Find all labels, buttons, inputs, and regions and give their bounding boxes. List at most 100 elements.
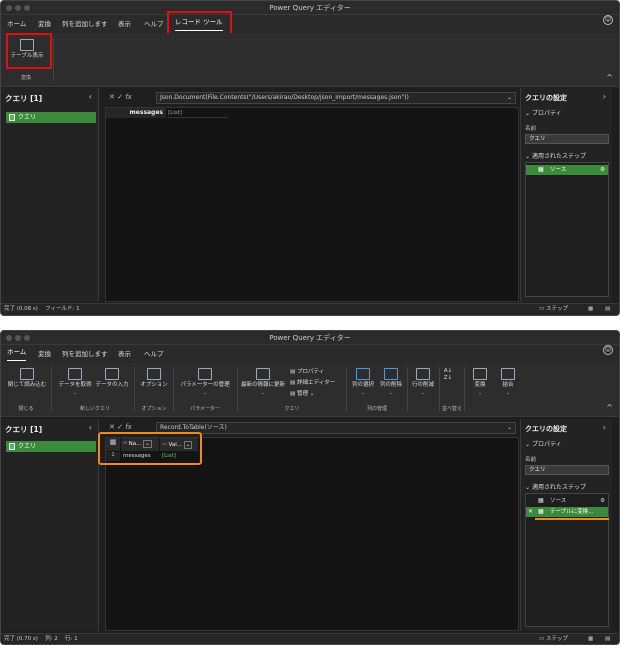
tab-transform[interactable]: 変換: [38, 15, 51, 33]
choose-columns-icon: [356, 368, 370, 380]
advanced-editor-button[interactable]: ▤ 詳細エディター: [290, 378, 335, 389]
queries-pane: クエリ [1] ‹ クエリ: [1, 419, 99, 631]
reduce-rows-icon: [416, 368, 430, 380]
parameters-icon: [198, 368, 212, 380]
options-icon: [147, 368, 161, 380]
group-close-label: 閉じる: [18, 406, 34, 412]
expand-formula-icon[interactable]: ⌄: [507, 423, 512, 433]
query-name-input[interactable]: クエリ: [525, 465, 609, 475]
grid-view-icon[interactable]: ▦: [588, 634, 593, 644]
steps-view-button[interactable]: ▭ ステップ: [539, 304, 568, 315]
tab-view[interactable]: 表示: [118, 15, 131, 33]
enter-data-button[interactable]: データの入力: [93, 368, 131, 389]
collapse-ribbon-icon[interactable]: ^: [606, 73, 613, 82]
transform-button[interactable]: 変換 ⌄: [467, 368, 493, 397]
query-settings-pane: クエリの設定 › ⌄ プロパティ 名前 クエリ ⌄ 適用されたステップ ▦ ソー…: [520, 88, 612, 302]
power-query-window-record: Power Query エディター ホーム 変換 列を追加します 表示 ヘルプ …: [0, 0, 620, 316]
properties-section[interactable]: ⌄ プロパティ: [525, 108, 562, 117]
tab-help[interactable]: ヘルプ: [144, 345, 164, 363]
ribbon-divider: [407, 367, 408, 411]
close-dot[interactable]: [6, 335, 12, 341]
group-parameters-label: パラメーター: [190, 406, 220, 412]
properties-button[interactable]: ▤ プロパティ: [290, 367, 335, 378]
delete-step-icon[interactable]: ✕: [528, 507, 533, 517]
tab-home[interactable]: ホーム: [7, 345, 27, 361]
tab-home[interactable]: ホーム: [7, 15, 26, 33]
ribbon-divider: [173, 367, 174, 411]
formula-bar[interactable]: Json.Document(File.Contents("/Users/akir…: [156, 92, 516, 104]
collapse-pane-icon[interactable]: ‹: [89, 423, 92, 432]
queries-pane: クエリ [1] ‹ クエリ: [1, 88, 99, 302]
options-button[interactable]: オプション: [137, 368, 171, 389]
tab-view[interactable]: 表示: [118, 345, 131, 363]
queries-pane-title: クエリ [1]: [5, 425, 43, 434]
menu-bar: ホーム 変換 列を追加します 表示 ヘルプ ☺: [1, 345, 619, 363]
remove-columns-button[interactable]: 列の削除 ⌄: [377, 368, 405, 397]
table-icon: [9, 114, 15, 121]
get-data-button[interactable]: データを取得 ⌄: [57, 368, 93, 397]
tab-transform[interactable]: 変換: [38, 345, 51, 363]
query-item[interactable]: クエリ: [6, 441, 96, 452]
close-and-load-button[interactable]: 閉じて読み込む: [7, 368, 47, 389]
formula-bar[interactable]: Record.ToTable(ソース) ⌄: [156, 422, 516, 434]
expand-formula-icon[interactable]: ⌄: [507, 93, 512, 103]
grid-view-icon[interactable]: ▦: [588, 304, 593, 315]
properties-section[interactable]: ⌄ プロパティ: [525, 439, 562, 448]
collapse-pane-icon[interactable]: ‹: [89, 92, 92, 101]
ribbon: テーブル表示 変換 ^: [1, 33, 619, 87]
reduce-rows-button[interactable]: 行の削減 ⌄: [409, 368, 437, 397]
gear-icon[interactable]: ⚙: [600, 496, 605, 506]
record-field-name: messages: [106, 108, 166, 118]
applied-steps-section[interactable]: ⌄ 適用されたステップ: [525, 482, 586, 491]
gear-icon[interactable]: ⚙: [600, 165, 605, 175]
step-source[interactable]: ▦ ソース ⚙: [526, 496, 608, 506]
query-small-buttons: ▤ プロパティ ▤ 詳細エディター ▤ 管理 ⌄: [290, 367, 335, 400]
refresh-button[interactable]: 最新の情報に更新 ⌄: [239, 368, 287, 397]
combine-icon: [501, 368, 515, 380]
minimize-dot[interactable]: [15, 5, 21, 11]
sort-ascending-button[interactable]: A↓ Z↓: [441, 368, 455, 382]
query-item[interactable]: クエリ: [6, 112, 96, 123]
applied-steps-list: ▦ ソース ⚙ ✕ ▦ テーブルに変換...: [525, 493, 609, 627]
smiley-icon[interactable]: ☺: [603, 15, 613, 25]
manage-button[interactable]: ▤ 管理 ⌄: [290, 389, 335, 400]
expand-settings-icon[interactable]: ›: [603, 423, 606, 432]
enter-data-icon: [105, 368, 119, 380]
table-icon: [9, 443, 15, 450]
highlight-underline-step: [535, 518, 609, 520]
minimize-dot[interactable]: [15, 335, 21, 341]
tab-add-column[interactable]: 列を追加します: [62, 345, 108, 363]
power-query-window-table: Power Query エディター ホーム 変換 列を追加します 表示 ヘルプ …: [0, 330, 620, 645]
query-settings-title: クエリの設定: [525, 94, 567, 102]
highlight-table-columns: [98, 432, 202, 465]
data-grid: messages [List]: [105, 107, 519, 302]
tab-add-column[interactable]: 列を追加します: [62, 15, 108, 33]
zoom-dot[interactable]: [24, 5, 30, 11]
group-query-label: クエリ: [284, 406, 300, 412]
step-to-table[interactable]: ✕ ▦ テーブルに変換...: [526, 507, 608, 517]
table-view-icon[interactable]: ▤: [605, 634, 610, 644]
expand-settings-icon[interactable]: ›: [603, 92, 606, 101]
choose-columns-button[interactable]: 列の選択 ⌄: [349, 368, 377, 397]
query-name-input[interactable]: クエリ: [525, 134, 609, 144]
queries-pane-title: クエリ [1]: [5, 94, 43, 103]
zoom-dot[interactable]: [24, 335, 30, 341]
manage-parameters-button[interactable]: パラメーターの管理 ⌄: [177, 368, 233, 397]
combine-button[interactable]: 結合 ⌄: [495, 368, 521, 397]
smiley-icon[interactable]: ☺: [603, 345, 613, 355]
get-data-icon: [68, 368, 82, 380]
title-bar: Power Query エディター: [1, 1, 619, 15]
ribbon-divider: [237, 367, 238, 411]
status-text: 完了 (0.70 s) 列: 2 行: 1: [4, 636, 78, 642]
remove-columns-icon: [384, 368, 398, 380]
step-source[interactable]: ▦ ソース ⚙: [526, 165, 608, 175]
table-view-icon[interactable]: ▤: [605, 304, 610, 315]
tab-help[interactable]: ヘルプ: [144, 15, 164, 33]
query-settings-title: クエリの設定: [525, 425, 567, 433]
menu-bar: ホーム 変換 列を追加します 表示 ヘルプ レコード ツール ☺: [1, 15, 619, 33]
applied-steps-section[interactable]: ⌄ 適用されたステップ: [525, 151, 586, 160]
steps-view-button[interactable]: ▭ ステップ: [539, 634, 568, 644]
close-dot[interactable]: [6, 5, 12, 11]
collapse-ribbon-icon[interactable]: ^: [606, 403, 613, 412]
record-field-value[interactable]: [List]: [168, 108, 228, 118]
